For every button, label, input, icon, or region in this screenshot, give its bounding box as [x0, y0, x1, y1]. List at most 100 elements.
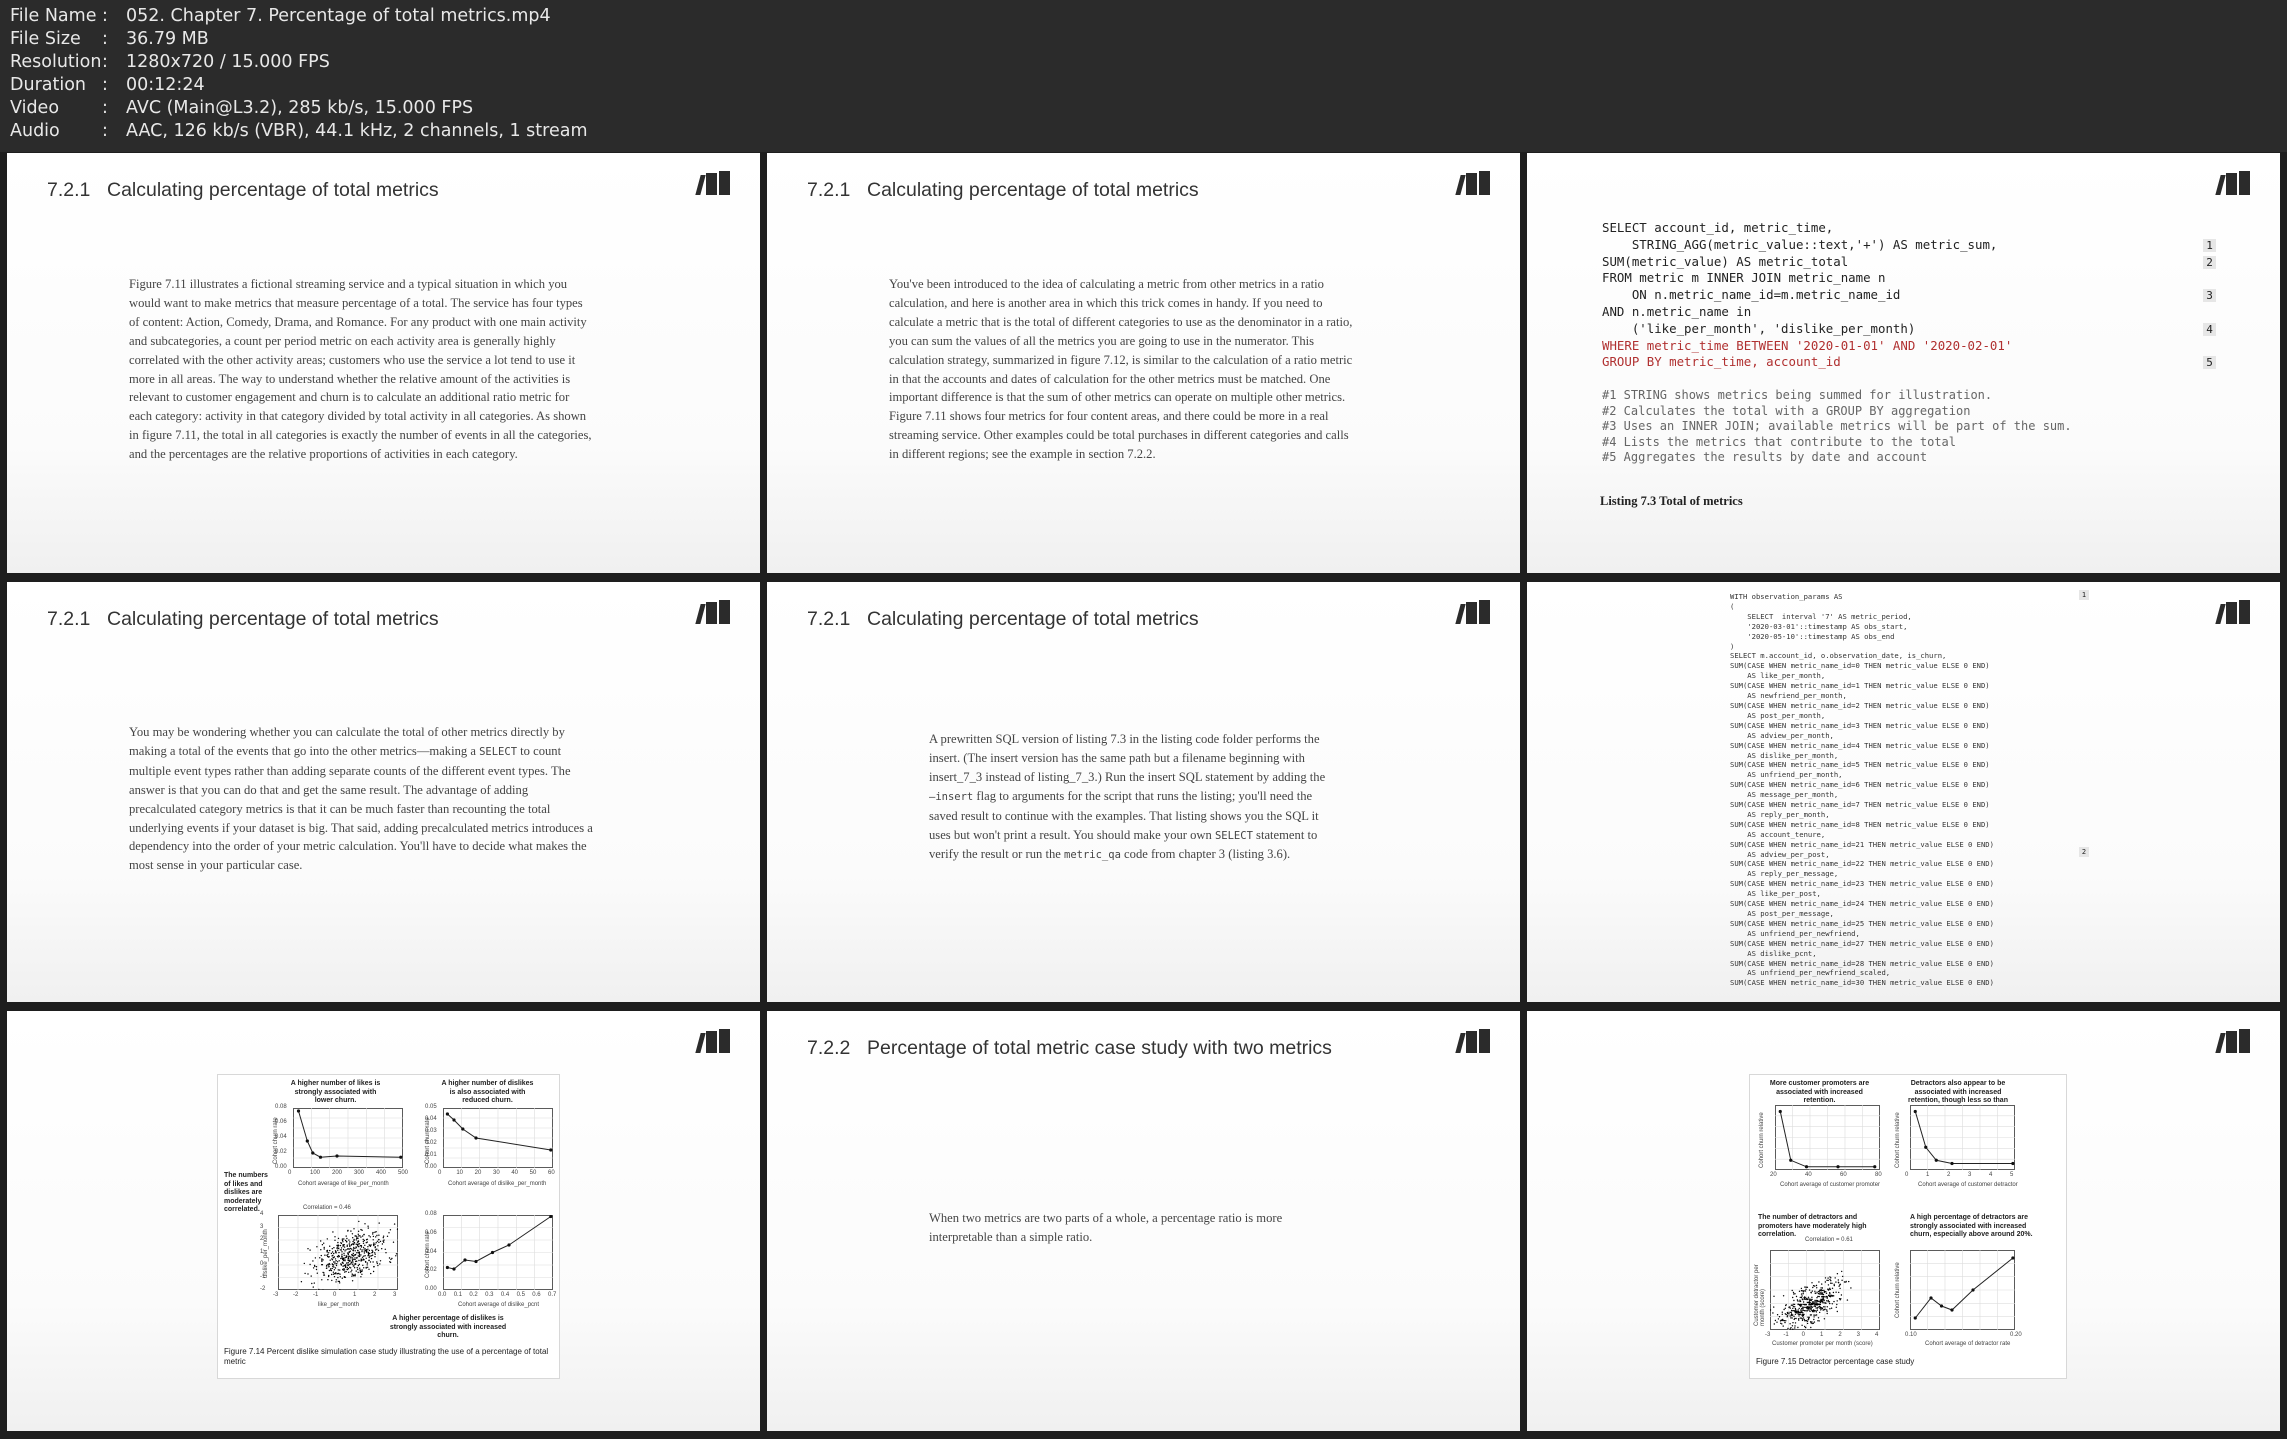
code-line: AS unfriend_per_month,	[1730, 770, 1843, 780]
scatter-point	[311, 1282, 313, 1285]
scatter-point	[1809, 1321, 1812, 1323]
scatter-point	[328, 1269, 331, 1272]
scatter-point	[345, 1249, 347, 1251]
scatter-point	[342, 1248, 345, 1251]
scatter-point	[1827, 1277, 1829, 1279]
section-number: 7.2.1	[47, 608, 91, 630]
scatter-point	[336, 1273, 339, 1275]
scatter-point	[349, 1245, 351, 1248]
scatter-point	[1790, 1309, 1793, 1312]
scatter-point	[1836, 1300, 1838, 1302]
scatter-point	[1827, 1284, 1830, 1286]
scatter-point	[336, 1246, 338, 1248]
scatter-point	[1774, 1319, 1777, 1322]
scatter-point	[353, 1239, 355, 1241]
header-value: 052. Chapter 7. Percentage of total metr…	[126, 6, 551, 26]
scatter-point	[1810, 1326, 1812, 1329]
scatter-point	[350, 1230, 352, 1232]
scatter-point	[332, 1271, 335, 1273]
scatter-point	[1816, 1302, 1818, 1305]
thumbnail-3: SELECT account_id, metric_time, STRING_A…	[1527, 153, 2280, 573]
tick-label: 0	[288, 1170, 292, 1176]
scatter-point	[364, 1260, 367, 1263]
scatter-point	[1809, 1301, 1811, 1304]
scatter-point	[1808, 1309, 1810, 1311]
scatter-point	[338, 1251, 340, 1254]
tick-label: 2	[1838, 1332, 1842, 1338]
scatter-point	[348, 1271, 350, 1273]
scatter-point	[331, 1279, 333, 1282]
section-title: Calculating percentage of total metrics	[107, 608, 439, 630]
scatter-point	[1781, 1313, 1783, 1315]
scatter-point	[368, 1249, 371, 1252]
scatter-point	[1797, 1303, 1799, 1306]
scatter-point	[386, 1235, 389, 1237]
scatter-point	[358, 1255, 360, 1258]
scatter-point	[321, 1264, 323, 1266]
scatter-point	[334, 1263, 336, 1265]
scatter-point	[1824, 1308, 1826, 1310]
scatter-point	[1825, 1291, 1827, 1293]
scatter-point	[1816, 1291, 1818, 1293]
listing-caption: Listing 7.3 Total of metrics	[1600, 494, 1743, 508]
scatter-point	[1834, 1277, 1836, 1279]
scatter-point	[372, 1243, 375, 1246]
header-value: AVC (Main@L3.2), 285 kb/s, 15.000 FPS	[126, 98, 474, 118]
scatter-point	[355, 1239, 357, 1241]
scatter-point	[349, 1250, 351, 1252]
tick-label: 0.20	[2010, 1332, 2022, 1338]
scatter-point	[332, 1231, 334, 1233]
scatter-point	[1829, 1278, 1831, 1281]
figure-text: Cohort churn rate	[273, 1117, 279, 1164]
scatter-point	[1828, 1301, 1831, 1303]
header-separator: :	[102, 121, 108, 141]
scatter-point	[374, 1249, 377, 1251]
scatter-point	[334, 1272, 336, 1275]
scatter-point	[1804, 1286, 1806, 1288]
scatter-point	[328, 1262, 330, 1265]
scatter-point	[319, 1257, 321, 1259]
tick-label: 60	[548, 1170, 555, 1176]
section-number: 7.2.1	[807, 179, 851, 201]
scatter-point	[372, 1231, 374, 1234]
tick-label: 300	[354, 1170, 365, 1176]
scatter-point	[355, 1260, 358, 1262]
scatter-point	[1810, 1307, 1812, 1310]
plot-svg	[443, 1108, 553, 1168]
scatter-point	[378, 1241, 380, 1244]
scatter-point	[362, 1264, 364, 1266]
scatter-point	[345, 1235, 347, 1237]
header-separator: :	[102, 52, 108, 72]
scatter-point	[361, 1249, 363, 1251]
scatter-point	[367, 1255, 369, 1257]
paragraph-line: dependency into the order of your metric…	[129, 839, 587, 854]
scatter-point	[1791, 1314, 1793, 1317]
scatter-point	[1837, 1279, 1839, 1281]
scatter-point	[1836, 1273, 1839, 1275]
scatter-point	[363, 1239, 366, 1242]
scatter-point	[384, 1248, 386, 1250]
scatter-point	[312, 1260, 314, 1262]
data-point	[399, 1155, 403, 1159]
scatter-point	[310, 1275, 312, 1277]
scatter-point	[1813, 1316, 1815, 1318]
data-point	[1804, 1165, 1809, 1169]
scatter-point	[1792, 1307, 1794, 1310]
scatter-point	[348, 1239, 350, 1241]
scatter-point	[1800, 1304, 1802, 1306]
scatter-point	[1833, 1284, 1835, 1287]
header-row: Audio: AAC, 126 kb/s (VBR), 44.1 kHz, 2 c…	[10, 121, 588, 144]
scatter-point	[1811, 1306, 1814, 1308]
code-callout: 1	[2079, 590, 2089, 600]
paragraph: You may be wondering whether you can cal…	[129, 723, 659, 875]
data-point	[1929, 1296, 1933, 1300]
scatter-point	[363, 1234, 365, 1236]
scatter-point	[314, 1257, 317, 1259]
scatter-point	[1829, 1287, 1831, 1289]
scatter-point	[374, 1252, 376, 1254]
scatter-point	[1831, 1282, 1833, 1284]
scatter-point	[1835, 1281, 1837, 1283]
figure-text: Cohort churn rate	[425, 1231, 431, 1278]
scatter-point	[1820, 1298, 1822, 1300]
scatter-point	[1783, 1320, 1786, 1322]
